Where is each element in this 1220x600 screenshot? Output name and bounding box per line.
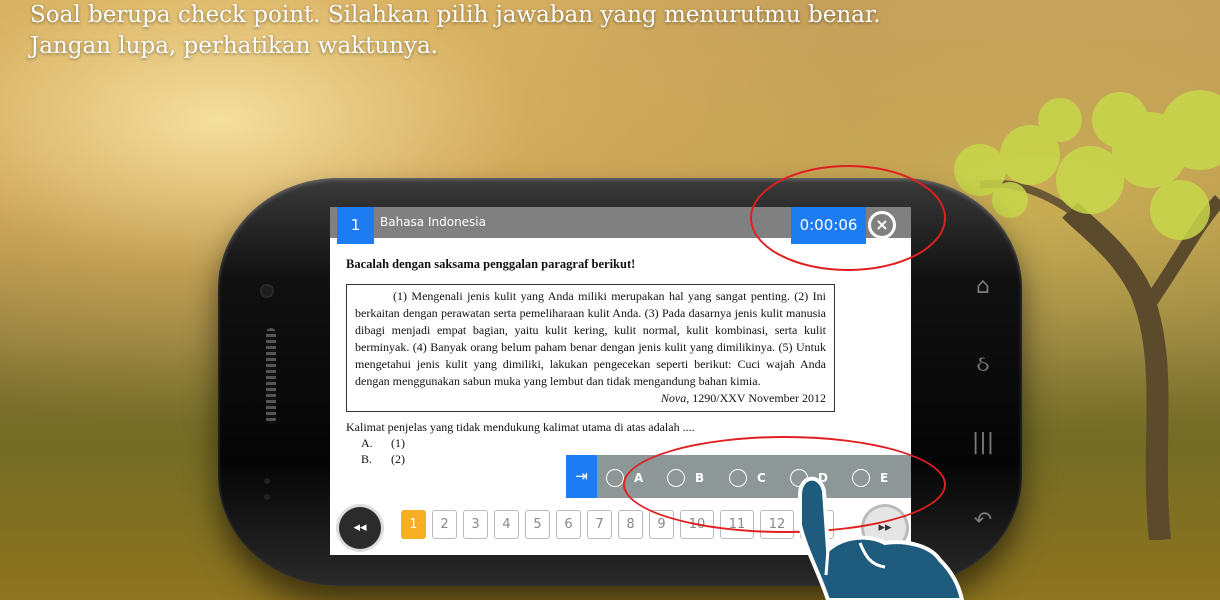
page-button[interactable]: 3 [463,510,488,539]
passage-source: Nova, 1290/XXV November 2012 [355,390,826,407]
timer-highlight-ring [750,165,946,271]
phone-camera [260,284,274,298]
question-content: Bacalah dengan saksama penggalan paragra… [346,257,906,467]
answer-bar-toggle-button[interactable]: ⇥ [566,455,597,498]
page-button[interactable]: 1 [401,510,426,539]
page-button[interactable]: 4 [494,510,519,539]
home-icon[interactable]: ⌂ [970,248,996,326]
subject-title: Bahasa Indonesia [380,215,486,229]
page-button[interactable]: 2 [432,510,457,539]
passage-text: (1) Mengenali jenis kulit yang Anda mili… [355,289,826,388]
pointing-hand-icon [798,476,965,600]
source-title: Nova, [660,391,690,405]
phone-sensor [264,478,270,484]
previous-button[interactable]: ◂◂ [339,507,381,549]
page-button[interactable]: 7 [587,510,612,539]
intro-text: Soal berupa check point. Silahkan pilih … [30,0,881,62]
option-letter: A. [361,436,373,450]
page-button[interactable]: 5 [525,510,550,539]
option-letter: B. [361,452,373,466]
intro-line-2: Jangan lupa, perhatikan waktunya. [30,33,438,59]
back-icon[interactable]: ↶ [970,482,996,560]
reading-passage: (1) Mengenali jenis kulit yang Anda mili… [346,284,835,412]
phone-softkeys: ⌂ ઠ ||| ↶ [970,248,996,560]
search-icon[interactable]: ઠ [970,326,996,404]
menu-icon[interactable]: ||| [970,404,996,482]
source-detail: 1290/XXV November 2012 [689,391,826,405]
question-number-badge: 1 [337,207,374,244]
phone-speaker [266,328,276,424]
intro-line-1: Soal berupa check point. Silahkan pilih … [30,2,881,28]
page-button[interactable]: 6 [556,510,581,539]
phone-sensor [264,494,270,500]
option-text: (2) [391,452,405,466]
question-prompt: Kalimat penjelas yang tidak mendukung ka… [346,420,695,434]
page-button[interactable]: 8 [618,510,643,539]
option-text: (1) [391,436,405,450]
radio-icon [606,468,624,487]
